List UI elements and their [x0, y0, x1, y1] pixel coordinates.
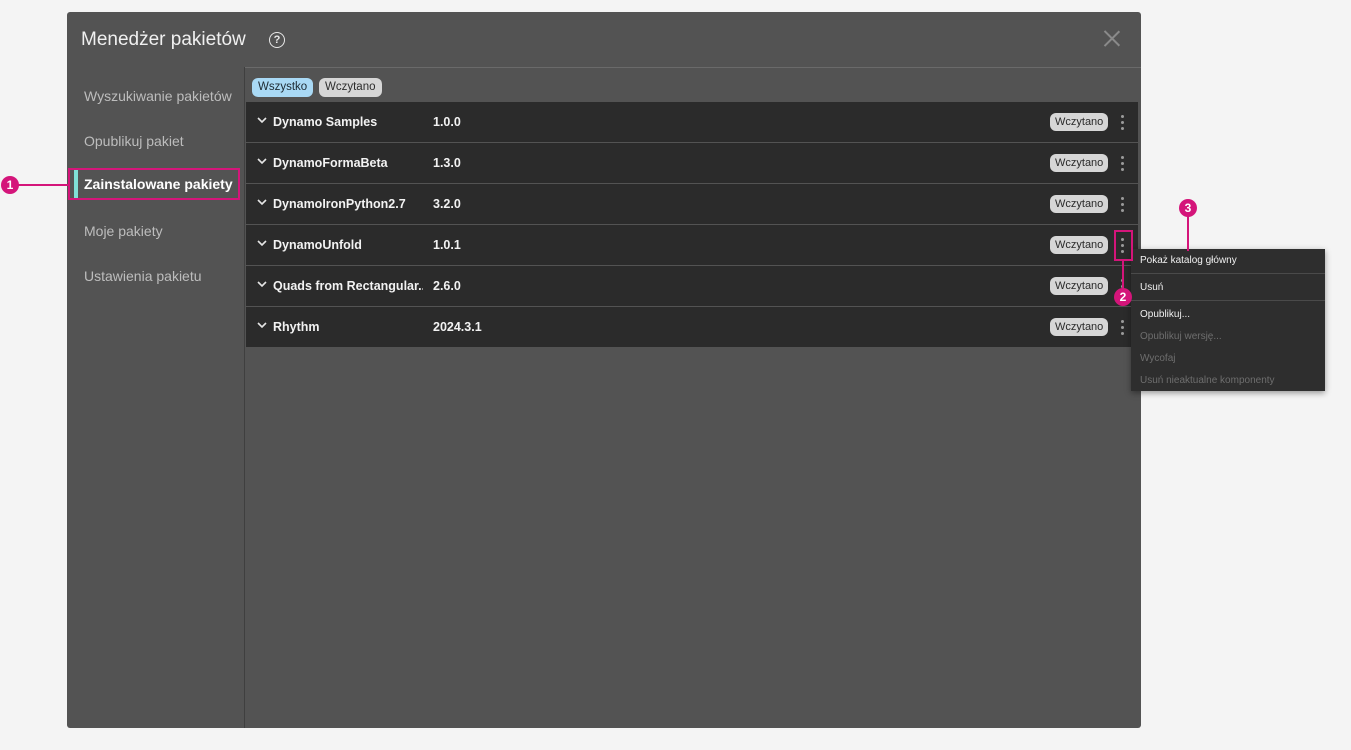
package-name: Dynamo Samples [273, 115, 378, 129]
chevron-down-icon[interactable] [257, 156, 267, 166]
sidebar-item-search[interactable]: Wyszukiwanie pakietów [84, 88, 232, 104]
sidebar-item-settings[interactable]: Ustawienia pakietu [84, 268, 202, 284]
menu-item-remove-outdated: Usuń nieaktualne komponenty [1140, 375, 1275, 386]
callout-line [18, 184, 68, 186]
more-options-icon[interactable] [1118, 195, 1126, 214]
status-badge: Wczytano [1050, 318, 1109, 336]
more-options-icon[interactable] [1118, 113, 1126, 132]
package-row[interactable]: DynamoFormaBeta 1.3.0 Wczytano [246, 143, 1138, 183]
package-version: 1.0.1 [433, 238, 461, 252]
package-row[interactable]: Dynamo Samples 1.0.0 Wczytano [246, 102, 1138, 142]
chevron-down-icon[interactable] [257, 115, 267, 125]
header-divider [244, 67, 1141, 68]
menu-item-show-root[interactable]: Pokaż katalog główny [1140, 255, 1237, 266]
package-name: DynamoIronPython2.7 [273, 197, 406, 211]
filter-all-chip[interactable]: Wszystko [252, 78, 314, 97]
menu-item-deprecate: Wycofaj [1140, 353, 1176, 364]
chevron-down-icon[interactable] [257, 320, 267, 330]
callout-line [1187, 216, 1189, 251]
status-badge: Wczytano [1050, 236, 1109, 254]
package-name: DynamoUnfold [273, 238, 362, 252]
package-row[interactable]: DynamoIronPython2.7 3.2.0 Wczytano [246, 184, 1138, 224]
package-name: Rhythm [273, 320, 320, 334]
package-row[interactable]: Quads from Rectangular... 2.6.0 Wczytano [246, 266, 1138, 306]
question-circle-icon[interactable]: ? [269, 32, 285, 48]
package-row[interactable]: DynamoUnfold 1.0.1 Wczytano [246, 225, 1138, 265]
menu-item-publish-version: Opublikuj wersję... [1140, 331, 1222, 342]
sidebar-item-my-packages[interactable]: Moje pakiety [84, 223, 163, 239]
callout-highlight-installed [68, 168, 240, 200]
sidebar-item-publish[interactable]: Opublikuj pakiet [84, 133, 184, 149]
callout-1: 1 [1, 176, 19, 194]
package-row[interactable]: Rhythm 2024.3.1 Wczytano [246, 307, 1138, 347]
close-icon[interactable] [1103, 29, 1121, 47]
window-title: Menedżer pakietów [81, 29, 246, 50]
callout-line [1122, 261, 1124, 289]
package-version: 1.0.0 [433, 115, 461, 129]
callout-2: 2 [1114, 288, 1132, 306]
menu-item-delete[interactable]: Usuń [1140, 282, 1163, 293]
status-badge: Wczytano [1050, 154, 1109, 172]
menu-separator [1131, 300, 1325, 301]
sidebar-divider [244, 67, 245, 728]
package-version: 1.3.0 [433, 156, 461, 170]
context-menu: Pokaż katalog główny Usuń Opublikuj... O… [1131, 249, 1325, 391]
status-badge: Wczytano [1050, 277, 1109, 295]
status-badge: Wczytano [1050, 113, 1109, 131]
more-options-icon[interactable] [1118, 318, 1126, 337]
filter-loaded-chip[interactable]: Wczytano [319, 78, 382, 97]
more-options-icon[interactable] [1118, 154, 1126, 173]
package-name: DynamoFormaBeta [273, 156, 388, 170]
chevron-down-icon[interactable] [257, 279, 267, 289]
status-badge: Wczytano [1050, 195, 1109, 213]
chevron-down-icon[interactable] [257, 197, 267, 207]
callout-highlight-kebab [1114, 230, 1133, 261]
package-version: 3.2.0 [433, 197, 461, 211]
package-name: Quads from Rectangular... [273, 279, 423, 293]
callout-3: 3 [1179, 199, 1197, 217]
package-version: 2024.3.1 [433, 320, 482, 334]
package-version: 2.6.0 [433, 279, 461, 293]
menu-item-publish[interactable]: Opublikuj... [1140, 309, 1190, 320]
menu-separator [1131, 273, 1325, 274]
chevron-down-icon[interactable] [257, 238, 267, 248]
